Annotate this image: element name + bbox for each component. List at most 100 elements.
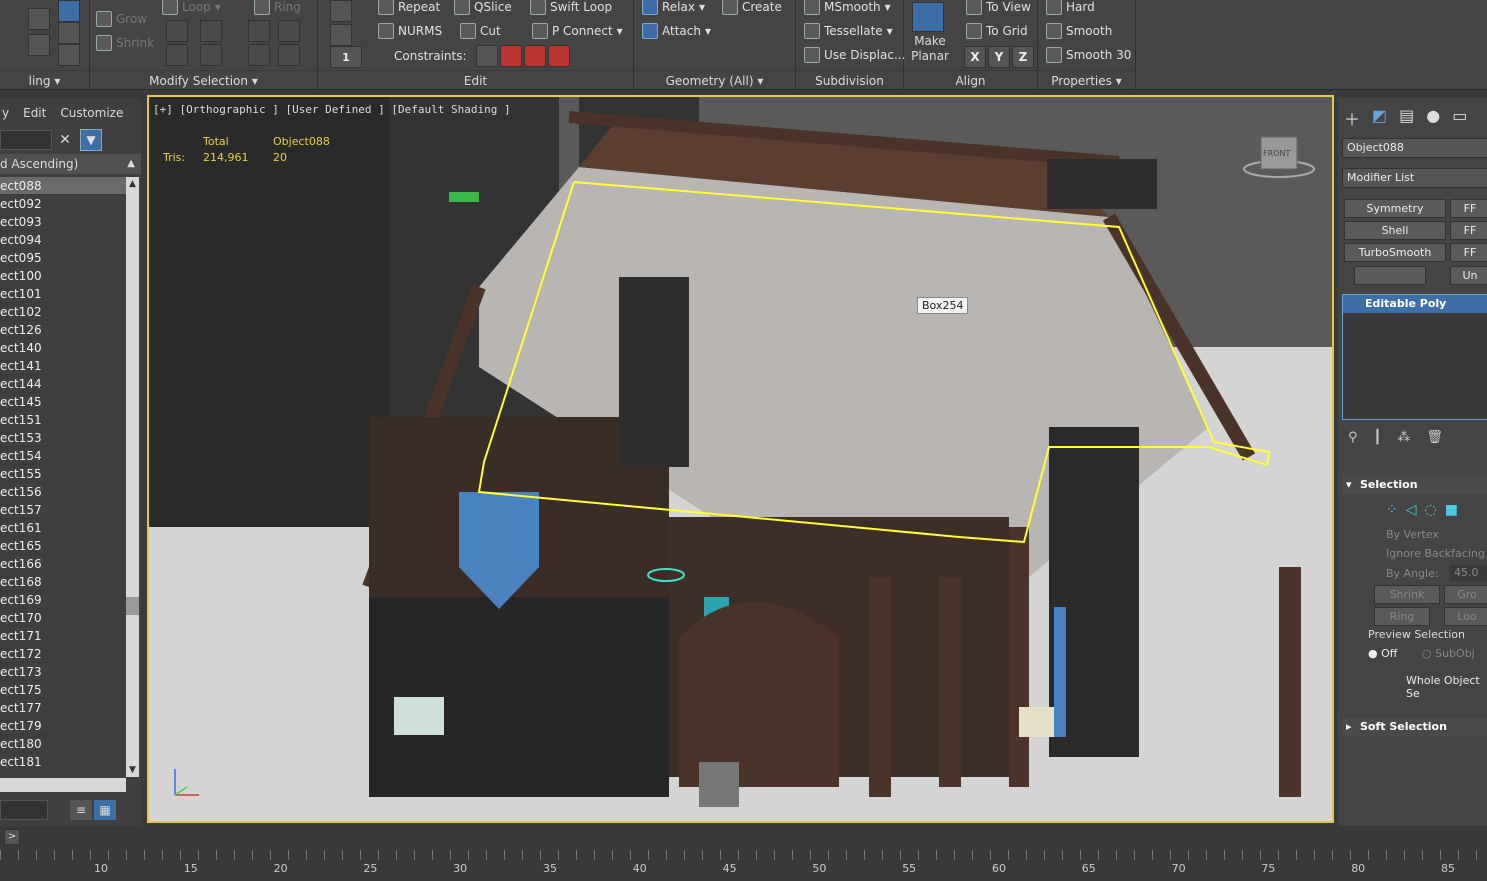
- list-item[interactable]: ect177: [0, 699, 126, 717]
- list-item[interactable]: ect092: [0, 195, 126, 213]
- loop-dash-icon[interactable]: [200, 44, 222, 66]
- scroll-down-icon[interactable]: ▼: [126, 763, 139, 777]
- shrink-button-panel[interactable]: Shrink: [1374, 585, 1440, 604]
- menu-edit[interactable]: Edit: [23, 106, 46, 120]
- list-item[interactable]: ect101: [0, 285, 126, 303]
- border-icon[interactable]: ◌: [1425, 502, 1437, 518]
- whole-object-checkbox[interactable]: Whole Object Se: [1406, 674, 1487, 700]
- ignore-backfacing-checkbox[interactable]: Ignore Backfacing: [1386, 547, 1485, 560]
- list-scrollbar[interactable]: ▲ ▼: [126, 177, 139, 777]
- polygon-icon[interactable]: ■: [1445, 502, 1458, 518]
- align-z-button[interactable]: Z: [1012, 46, 1034, 68]
- swift-loop-button[interactable]: Swift Loop: [530, 0, 612, 18]
- constraint-edge-icon[interactable]: [500, 45, 522, 67]
- layer-dropdown[interactable]: [0, 800, 48, 820]
- geometry-all-label[interactable]: Geometry (All) ▾: [634, 70, 795, 90]
- ring-button-panel[interactable]: Ring: [1374, 607, 1430, 626]
- list-item[interactable]: ect126: [0, 321, 126, 339]
- ribbon-left-label[interactable]: ling ▾: [0, 70, 89, 90]
- pin-icon[interactable]: ⚲: [1348, 430, 1358, 445]
- shell-button[interactable]: Shell: [1344, 221, 1446, 240]
- list-item[interactable]: ect156: [0, 483, 126, 501]
- qslice-button[interactable]: QSlice: [454, 0, 512, 18]
- hierarchy-tab-icon[interactable]: ▤: [1399, 106, 1414, 130]
- modify-selection-label[interactable]: Modify Selection ▾: [90, 70, 317, 90]
- list-item[interactable]: ect175: [0, 681, 126, 699]
- list-item[interactable]: ect166: [0, 555, 126, 573]
- list-item[interactable]: ect165: [0, 537, 126, 555]
- loop-button[interactable]: Loop ▾: [162, 0, 221, 18]
- list-item[interactable]: ect181: [0, 753, 126, 771]
- align-x-button[interactable]: X: [964, 46, 986, 68]
- explorer-search-input[interactable]: [0, 130, 52, 150]
- list-item[interactable]: ect144: [0, 375, 126, 393]
- list-item[interactable]: ect168: [0, 573, 126, 591]
- by-angle-checkbox[interactable]: By Angle:: [1386, 567, 1439, 580]
- create-button[interactable]: Create: [722, 0, 782, 18]
- to-grid-button[interactable]: To Grid: [966, 20, 1028, 42]
- list-item[interactable]: ect157: [0, 501, 126, 519]
- list-item[interactable]: ect161: [0, 519, 126, 537]
- horizontal-scrollbar[interactable]: [0, 778, 126, 792]
- vertex-icon[interactable]: ⁘: [1386, 502, 1398, 518]
- create-tab-icon[interactable]: ＋: [1344, 106, 1360, 130]
- unique-icon[interactable]: ⁂: [1397, 430, 1410, 445]
- list-item[interactable]: ect153: [0, 429, 126, 447]
- preview-off-radio[interactable]: ● Off: [1368, 647, 1397, 660]
- ring-plus-icon[interactable]: [248, 20, 270, 42]
- delete-icon[interactable]: 🗑: [1426, 430, 1443, 445]
- ring-right-icon[interactable]: [278, 44, 300, 66]
- constraint-normal-icon[interactable]: [548, 45, 570, 67]
- timeline[interactable]: > 10 15 20 25 30 35 40 45 50 55 60 65 70 75 80 85: [0, 826, 1487, 881]
- ring-button[interactable]: Ring: [254, 0, 301, 18]
- list-item[interactable]: ect172: [0, 645, 126, 663]
- to-view-button[interactable]: To View: [966, 0, 1031, 18]
- ribbon-icon-a[interactable]: [28, 8, 50, 30]
- properties-label[interactable]: Properties ▾: [1038, 70, 1135, 90]
- ring-left-icon[interactable]: [248, 44, 270, 66]
- msmooth-button[interactable]: MSmooth ▾: [804, 0, 891, 18]
- close-icon[interactable]: ✕: [56, 130, 74, 150]
- layers-icon[interactable]: ≡: [70, 800, 92, 820]
- modify-tab-icon[interactable]: ◩: [1372, 106, 1387, 130]
- repeat-button[interactable]: Repeat: [378, 0, 440, 18]
- p-connect-button[interactable]: P Connect ▾: [532, 20, 623, 42]
- filter-icon[interactable]: ▼: [80, 129, 102, 151]
- symmetry-button[interactable]: Symmetry: [1344, 199, 1446, 218]
- edge-icon[interactable]: ◁: [1406, 502, 1417, 518]
- grow-button-panel[interactable]: Gro: [1444, 585, 1487, 604]
- loop-minus-icon[interactable]: [200, 20, 222, 42]
- edit-spinner[interactable]: 1: [330, 46, 362, 68]
- edit-icon-1[interactable]: [330, 0, 352, 22]
- angle-input[interactable]: 45.0: [1450, 565, 1487, 581]
- scroll-thumb[interactable]: [126, 597, 139, 615]
- list-item[interactable]: ect095: [0, 249, 126, 267]
- by-vertex-checkbox[interactable]: By Vertex: [1386, 528, 1439, 541]
- list-item[interactable]: ect179: [0, 717, 126, 735]
- list-item[interactable]: ect170: [0, 609, 126, 627]
- turbosmooth-button[interactable]: TurboSmooth: [1344, 243, 1446, 262]
- stack-item-editable-poly[interactable]: Editable Poly: [1343, 295, 1487, 313]
- list-item[interactable]: ect180: [0, 735, 126, 753]
- list-item[interactable]: ect169: [0, 591, 126, 609]
- list-item[interactable]: ect141: [0, 357, 126, 375]
- hierarchy-icon[interactable]: ▦: [94, 800, 116, 820]
- loop-align-icon[interactable]: [166, 44, 188, 66]
- preview-subobj-radio[interactable]: ○ SubObj: [1422, 647, 1475, 660]
- show-end-icon[interactable]: ┃: [1374, 430, 1382, 445]
- hard-button[interactable]: Hard: [1046, 0, 1095, 18]
- list-item[interactable]: ect093: [0, 213, 126, 231]
- list-item[interactable]: ect088: [0, 177, 126, 195]
- make-planar-label[interactable]: Make Planar: [908, 34, 952, 64]
- smooth-button[interactable]: Smooth: [1046, 20, 1112, 42]
- ribbon-icon-e[interactable]: [58, 44, 80, 66]
- relax-button[interactable]: Relax ▾: [642, 0, 705, 18]
- list-item[interactable]: ect094: [0, 231, 126, 249]
- shrink-button[interactable]: Shrink: [96, 32, 154, 54]
- constraint-face-icon[interactable]: [524, 45, 546, 67]
- scroll-up-icon[interactable]: ▲: [126, 177, 139, 191]
- viewport-orthographic[interactable]: [+] [Orthographic ] [User Defined ] [Def…: [147, 95, 1334, 823]
- empty-modifier-button[interactable]: [1354, 266, 1426, 285]
- list-item[interactable]: ect155: [0, 465, 126, 483]
- ribbon-icon-c[interactable]: [28, 34, 50, 56]
